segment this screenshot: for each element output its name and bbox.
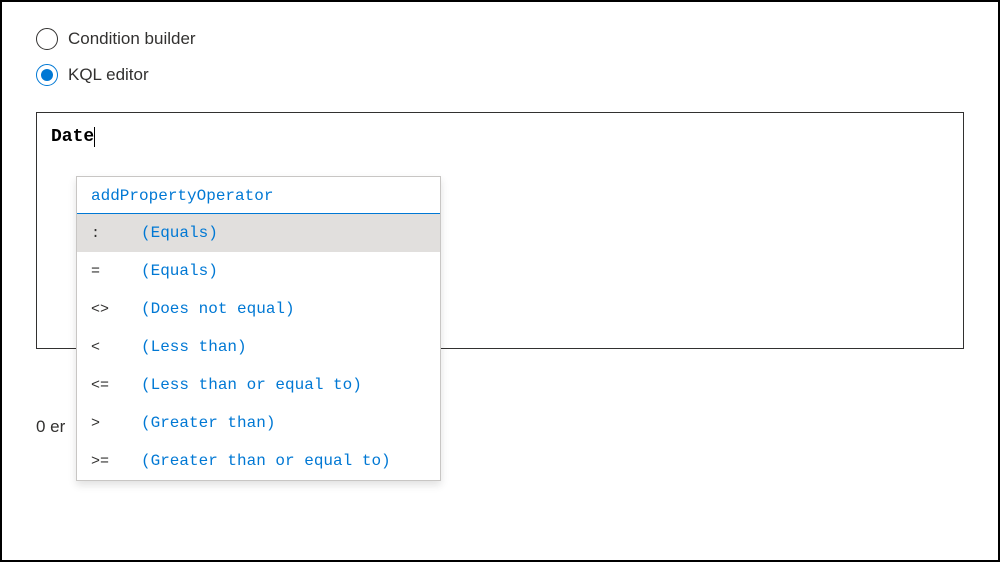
autocomplete-dropdown: addPropertyOperator : (Equals) = (Equals… xyxy=(76,176,441,481)
operator-description: (Greater than or equal to) xyxy=(141,452,391,470)
operator-description: (Does not equal) xyxy=(141,300,295,318)
kql-editor-radio[interactable]: KQL editor xyxy=(36,64,964,86)
condition-builder-radio[interactable]: Condition builder xyxy=(36,28,964,50)
operator-symbol: <> xyxy=(91,301,141,318)
operator-option-not-equal[interactable]: <> (Does not equal) xyxy=(77,290,440,328)
operator-option-greater-than-equal[interactable]: >= (Greater than or equal to) xyxy=(77,442,440,480)
radio-circle-icon xyxy=(36,28,58,50)
operator-symbol: >= xyxy=(91,453,141,470)
editor-mode-radio-group: Condition builder KQL editor xyxy=(36,28,964,86)
operator-symbol: <= xyxy=(91,377,141,394)
operator-symbol: < xyxy=(91,339,141,356)
operator-option-greater-than[interactable]: > (Greater than) xyxy=(77,404,440,442)
operator-description: (Equals) xyxy=(141,224,218,242)
status-error-count: 0 er xyxy=(36,417,65,437)
operator-option-less-than-equal[interactable]: <= (Less than or equal to) xyxy=(77,366,440,404)
text-cursor-icon xyxy=(94,127,95,147)
operator-symbol: > xyxy=(91,415,141,432)
radio-inner-dot-icon xyxy=(41,69,53,81)
kql-editor-label: KQL editor xyxy=(68,65,149,85)
operator-option-less-than[interactable]: < (Less than) xyxy=(77,328,440,366)
radio-circle-selected-icon xyxy=(36,64,58,86)
operator-description: (Less than) xyxy=(141,338,247,356)
editor-text-content: Date xyxy=(51,127,94,147)
autocomplete-header: addPropertyOperator xyxy=(77,177,440,214)
operator-symbol: : xyxy=(91,225,141,242)
operator-description: (Less than or equal to) xyxy=(141,376,362,394)
operator-option-colon[interactable]: : (Equals) xyxy=(77,214,440,252)
operator-option-equals[interactable]: = (Equals) xyxy=(77,252,440,290)
operator-description: (Equals) xyxy=(141,262,218,280)
condition-builder-label: Condition builder xyxy=(68,29,196,49)
operator-symbol: = xyxy=(91,263,141,280)
operator-description: (Greater than) xyxy=(141,414,275,432)
